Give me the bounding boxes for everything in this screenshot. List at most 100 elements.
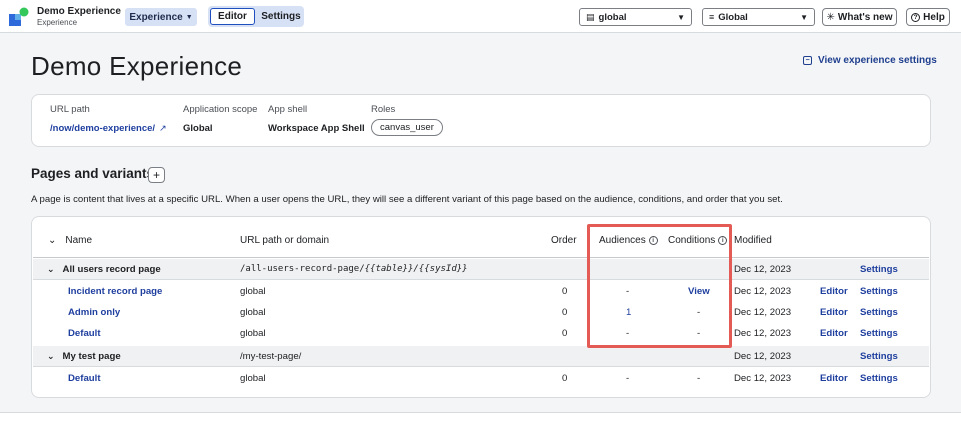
editor-link[interactable]: Editor xyxy=(820,307,848,318)
group-url: /my-test-page/ xyxy=(240,351,302,362)
table-row: Incident record page global 0 - View Dec… xyxy=(33,281,929,302)
url-path-value: /now/demo-experience/ xyxy=(50,123,156,134)
whats-new-label: What's new xyxy=(837,11,893,23)
variant-conditions: - xyxy=(697,373,701,384)
column-header-conditions: Conditions i xyxy=(668,235,728,246)
table-row: Default global 0 - - Dec 12, 2023 Editor… xyxy=(33,323,929,344)
application-scope-label: Application scope xyxy=(183,104,258,115)
info-icon[interactable]: i xyxy=(648,236,658,245)
tab-settings[interactable]: Settings xyxy=(260,8,302,25)
column-name-label: Name xyxy=(65,235,93,246)
settings-link[interactable]: Settings xyxy=(860,264,898,275)
variant-name-link[interactable]: Admin only xyxy=(68,307,120,318)
modified-date: Dec 12, 2023 xyxy=(734,351,792,362)
experience-menu-button[interactable]: Experience ▼ xyxy=(125,8,197,26)
app-logo-icon xyxy=(9,7,29,26)
variant-order: 0 xyxy=(562,286,568,297)
table-row-group: ⌄ All users record page /all-users-record… xyxy=(33,259,929,280)
experience-info-card: URL path /now/demo-experience/ ↗ Applica… xyxy=(31,94,931,147)
scope-select[interactable]: ▤ global ▼ xyxy=(579,8,692,26)
conditions-view-link[interactable]: View xyxy=(688,286,710,297)
group-name[interactable]: ⌄ All users record page xyxy=(47,264,161,275)
column-header-url: URL path or domain xyxy=(240,235,330,246)
external-link-icon: ↗ xyxy=(159,123,167,133)
group-url-params: {{table}}/{{sysId}} xyxy=(364,264,468,274)
view-settings-label: View experience settings xyxy=(818,55,937,66)
caret-down-icon: ▼ xyxy=(185,13,193,21)
variant-audiences: - xyxy=(626,328,630,339)
column-audiences-label: Audiences xyxy=(599,235,646,246)
app-subtitle: Experience xyxy=(37,18,78,27)
app-shell-label: App shell xyxy=(268,104,308,115)
variant-url: global xyxy=(240,328,266,339)
chevron-down-icon[interactable]: ⌄ xyxy=(48,235,56,246)
mode-switch: Editor Settings xyxy=(208,6,304,27)
hierarchy-icon: ≡ xyxy=(709,12,715,22)
chevron-down-icon[interactable]: ⌄ xyxy=(47,264,55,275)
table-row: Admin only global 0 1 - Dec 12, 2023 Edi… xyxy=(33,302,929,323)
header-divider xyxy=(33,257,929,258)
url-path-link[interactable]: /now/demo-experience/ ↗ xyxy=(50,123,167,134)
column-header-order: Order xyxy=(551,235,577,246)
global-select[interactable]: ≡ Global ▼ xyxy=(702,8,815,26)
view-experience-settings-link[interactable]: − View experience settings xyxy=(803,55,937,66)
application-scope-value: Global xyxy=(183,123,213,134)
settings-panel-icon: − xyxy=(803,56,812,65)
variant-name-link[interactable]: Default xyxy=(68,328,101,339)
table-row-group: ⌄ My test page /my-test-page/ Dec 12, 202… xyxy=(33,346,929,367)
variant-url: global xyxy=(240,307,266,318)
editor-link[interactable]: Editor xyxy=(820,373,848,384)
tab-editor[interactable]: Editor xyxy=(210,8,255,25)
group-url-prefix: /all-users-record-page/ xyxy=(240,264,365,274)
whats-new-button[interactable]: ✳ What's new xyxy=(822,8,897,26)
variant-order: 0 xyxy=(562,307,568,318)
modified-date: Dec 12, 2023 xyxy=(734,307,792,318)
modified-date: Dec 12, 2023 xyxy=(734,373,792,384)
roles-label: Roles xyxy=(371,104,396,115)
column-header-modified: Modified xyxy=(734,235,772,246)
variant-audiences: - xyxy=(626,373,630,384)
settings-link[interactable]: Settings xyxy=(860,351,898,362)
settings-link[interactable]: Settings xyxy=(860,286,898,297)
document-icon: ▤ xyxy=(586,11,595,22)
column-header-audiences: Audiences i xyxy=(599,235,658,246)
table-row: Default global 0 - - Dec 12, 2023 Editor… xyxy=(33,368,929,389)
variant-conditions: - xyxy=(697,307,701,318)
chevron-down-icon[interactable]: ⌄ xyxy=(47,351,55,362)
pages-table: ⌄ Name URL path or domain Order Audience… xyxy=(31,216,931,398)
settings-link[interactable]: Settings xyxy=(860,373,898,384)
group-name[interactable]: ⌄ My test page xyxy=(47,351,121,362)
variant-url: global xyxy=(240,373,266,384)
global-select-value: Global xyxy=(718,11,748,23)
variant-url: global xyxy=(240,286,266,297)
add-page-button[interactable]: + xyxy=(148,167,165,183)
modified-date: Dec 12, 2023 xyxy=(734,286,792,297)
editor-link[interactable]: Editor xyxy=(820,328,848,339)
help-button[interactable]: ? Help xyxy=(906,8,950,26)
variant-conditions: - xyxy=(697,328,701,339)
modified-date: Dec 12, 2023 xyxy=(734,328,792,339)
experience-menu-label: Experience xyxy=(129,11,183,23)
variant-name-link[interactable]: Incident record page xyxy=(68,286,162,297)
audiences-count-link[interactable]: 1 xyxy=(626,307,631,318)
chevron-down-icon: ▼ xyxy=(800,12,808,22)
variant-name-link[interactable]: Default xyxy=(68,373,101,384)
group-url: /all-users-record-page/{{table}}/{{sysId… xyxy=(240,264,468,274)
info-icon[interactable]: i xyxy=(718,236,728,245)
editor-link[interactable]: Editor xyxy=(820,286,848,297)
variant-audiences: - xyxy=(626,286,630,297)
modified-date: Dec 12, 2023 xyxy=(734,264,792,275)
variant-order: 0 xyxy=(562,328,568,339)
role-chip: canvas_user xyxy=(371,119,443,136)
column-header-name[interactable]: ⌄ Name xyxy=(48,235,92,246)
group-name-label: All users record page xyxy=(62,264,161,275)
settings-link[interactable]: Settings xyxy=(860,307,898,318)
help-icon: ? xyxy=(911,12,921,22)
chevron-down-icon: ▼ xyxy=(677,12,685,22)
settings-link[interactable]: Settings xyxy=(860,328,898,339)
url-path-label: URL path xyxy=(50,104,90,115)
group-name-label: My test page xyxy=(62,351,121,362)
app-title: Demo Experience xyxy=(37,6,121,17)
app-shell-value: Workspace App Shell xyxy=(268,123,365,134)
sparkle-icon: ✳ xyxy=(826,11,835,23)
